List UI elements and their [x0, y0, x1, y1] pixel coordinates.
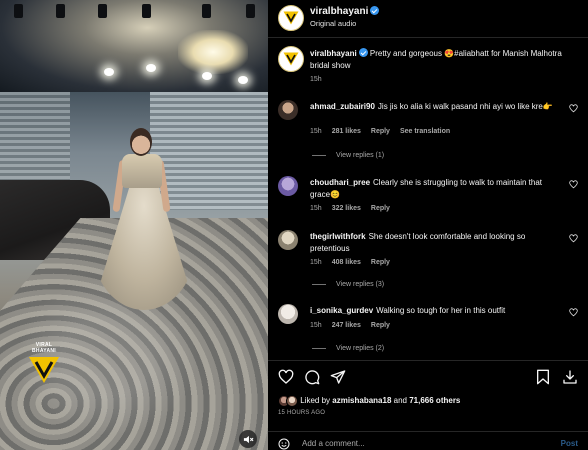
reply-button[interactable]: Reply	[371, 128, 390, 135]
comment-body: ahmad_zubairi90 Jis jis ko alia ki walk p…	[310, 101, 560, 113]
download-icon[interactable]	[562, 369, 578, 385]
comment-username[interactable]: choudhari_pree	[310, 178, 370, 187]
avatar[interactable]	[278, 230, 298, 250]
spotlight	[104, 68, 114, 76]
model-blouse	[122, 154, 162, 188]
share-paper-plane-icon[interactable]	[330, 369, 346, 385]
avatar[interactable]	[286, 395, 298, 407]
add-comment-bar: Add a comment... Post	[268, 431, 588, 450]
view-replies-button[interactable]: View replies (1)	[312, 152, 384, 159]
brand-logo-icon	[283, 52, 299, 66]
comment-like-heart-icon[interactable]	[569, 308, 578, 317]
post-comment-button[interactable]: Post	[561, 439, 578, 448]
reply-button[interactable]: Reply	[371, 259, 390, 266]
view-replies-label[interactable]: View replies (2)	[336, 345, 384, 352]
model-head	[130, 128, 152, 156]
comment-meta: 15h 408 likes Reply	[310, 259, 400, 266]
comment-likes[interactable]: 408 likes	[332, 259, 361, 266]
brand-watermark: VIRAL BHAYANI	[24, 342, 64, 384]
comment-time[interactable]: 15h	[310, 128, 322, 135]
speaker-muted-icon	[243, 435, 253, 443]
comment-like-heart-icon[interactable]	[569, 104, 578, 113]
mute-button[interactable]	[239, 430, 257, 448]
emoji-smiley-icon[interactable]	[278, 438, 290, 450]
caption-username[interactable]: viralbhayani	[310, 49, 357, 58]
avatar[interactable]	[278, 46, 304, 72]
liked-by-summary: Liked by azmishabana18 and 71,666 others	[278, 395, 460, 407]
stage-light	[142, 4, 151, 18]
view-replies-label[interactable]: View replies (3)	[336, 281, 384, 288]
view-replies-button[interactable]: View replies (3)	[312, 281, 384, 288]
post-header: viralbhayani Original audio	[268, 0, 588, 38]
comment-username[interactable]: ahmad_zubairi90	[310, 102, 375, 111]
comment-bubble-icon[interactable]	[304, 369, 320, 385]
comment-meta: 15h 281 likes Reply See translation	[310, 128, 460, 135]
comment-username[interactable]: thegirlwithfork	[310, 232, 366, 241]
comment-body: choudhari_pree Clearly she is struggling …	[310, 177, 560, 201]
view-replies-label[interactable]: View replies (1)	[336, 152, 384, 159]
avatar[interactable]	[278, 176, 298, 196]
stage-light	[14, 4, 23, 18]
brand-logo-icon	[29, 357, 59, 383]
comment-likes[interactable]: 322 likes	[332, 205, 361, 212]
staircase-left	[0, 92, 70, 192]
comment-likes[interactable]: 281 likes	[332, 128, 361, 135]
view-replies-button[interactable]: View replies (2)	[312, 345, 384, 352]
comment-time[interactable]: 15h	[310, 322, 322, 329]
comment-meta: 15h 247 likes Reply	[310, 322, 400, 329]
replies-divider	[312, 283, 326, 285]
stage-light	[98, 4, 107, 18]
post-actions-bar: Liked by azmishabana18 and 71,666 others…	[268, 360, 588, 450]
spotlight	[238, 76, 248, 84]
comment-text: Walking so tough for her in this outfit	[376, 306, 506, 315]
liked-by-others[interactable]: 71,666 others	[409, 396, 460, 405]
replies-divider	[312, 154, 326, 156]
liked-by-user[interactable]: azmishabana18	[332, 396, 391, 405]
save-bookmark-icon[interactable]	[536, 369, 550, 385]
stage-light	[246, 4, 255, 18]
like-heart-icon[interactable]	[278, 369, 294, 385]
avatar[interactable]	[278, 304, 298, 324]
brand-logo-icon	[283, 11, 299, 25]
comment-input[interactable]: Add a comment...	[302, 439, 365, 448]
comment-body: i_sonika_gurdev Walking so tough for her …	[310, 305, 560, 317]
caption-text-block: viralbhayani Pretty and gorgeous 😍#aliab…	[310, 48, 570, 72]
reply-button[interactable]: Reply	[371, 205, 390, 212]
author-username[interactable]: viralbhayani	[310, 6, 380, 17]
post-time-ago[interactable]: 15 HOURS AGO	[278, 410, 325, 416]
chandelier	[178, 30, 248, 74]
watermark-text: VIRAL BHAYANI	[32, 342, 56, 354]
verified-badge-icon	[370, 6, 380, 15]
post-details-panel: viralbhayani Original audio viralbhayani…	[268, 0, 588, 450]
post-media-video[interactable]: VIRAL BHAYANI	[0, 0, 268, 450]
caption-timestamp[interactable]: 15h	[310, 76, 322, 83]
liked-by-and: and	[393, 396, 407, 406]
audio-label[interactable]: Original audio	[310, 19, 356, 28]
comment-username[interactable]: i_sonika_gurdev	[310, 306, 373, 315]
comment-time[interactable]: 15h	[310, 259, 322, 266]
see-translation-button[interactable]: See translation	[400, 128, 450, 135]
avatar[interactable]	[278, 5, 304, 31]
avatar[interactable]	[278, 100, 298, 120]
author-username-text[interactable]: viralbhayani	[310, 6, 368, 17]
liked-by-prefix: Liked by	[300, 396, 331, 406]
comment-text: Jis jis ko alia ki walk pasand nhi ayi w…	[377, 102, 553, 111]
verified-badge-icon	[358, 48, 368, 57]
replies-divider	[312, 347, 326, 349]
stage-light	[202, 4, 211, 18]
comment-time[interactable]: 15h	[310, 205, 322, 212]
spotlight	[202, 72, 212, 80]
spotlight	[146, 64, 156, 72]
stage-light	[56, 4, 65, 18]
more-options-icon[interactable]	[566, 15, 578, 19]
comment-meta: 15h 322 likes Reply	[310, 205, 400, 212]
comment-likes[interactable]: 247 likes	[332, 322, 361, 329]
reply-button[interactable]: Reply	[371, 322, 390, 329]
comment-like-heart-icon[interactable]	[569, 180, 578, 189]
comment-like-heart-icon[interactable]	[569, 234, 578, 243]
comment-body: thegirlwithfork She doesn't look comforta…	[310, 231, 560, 255]
